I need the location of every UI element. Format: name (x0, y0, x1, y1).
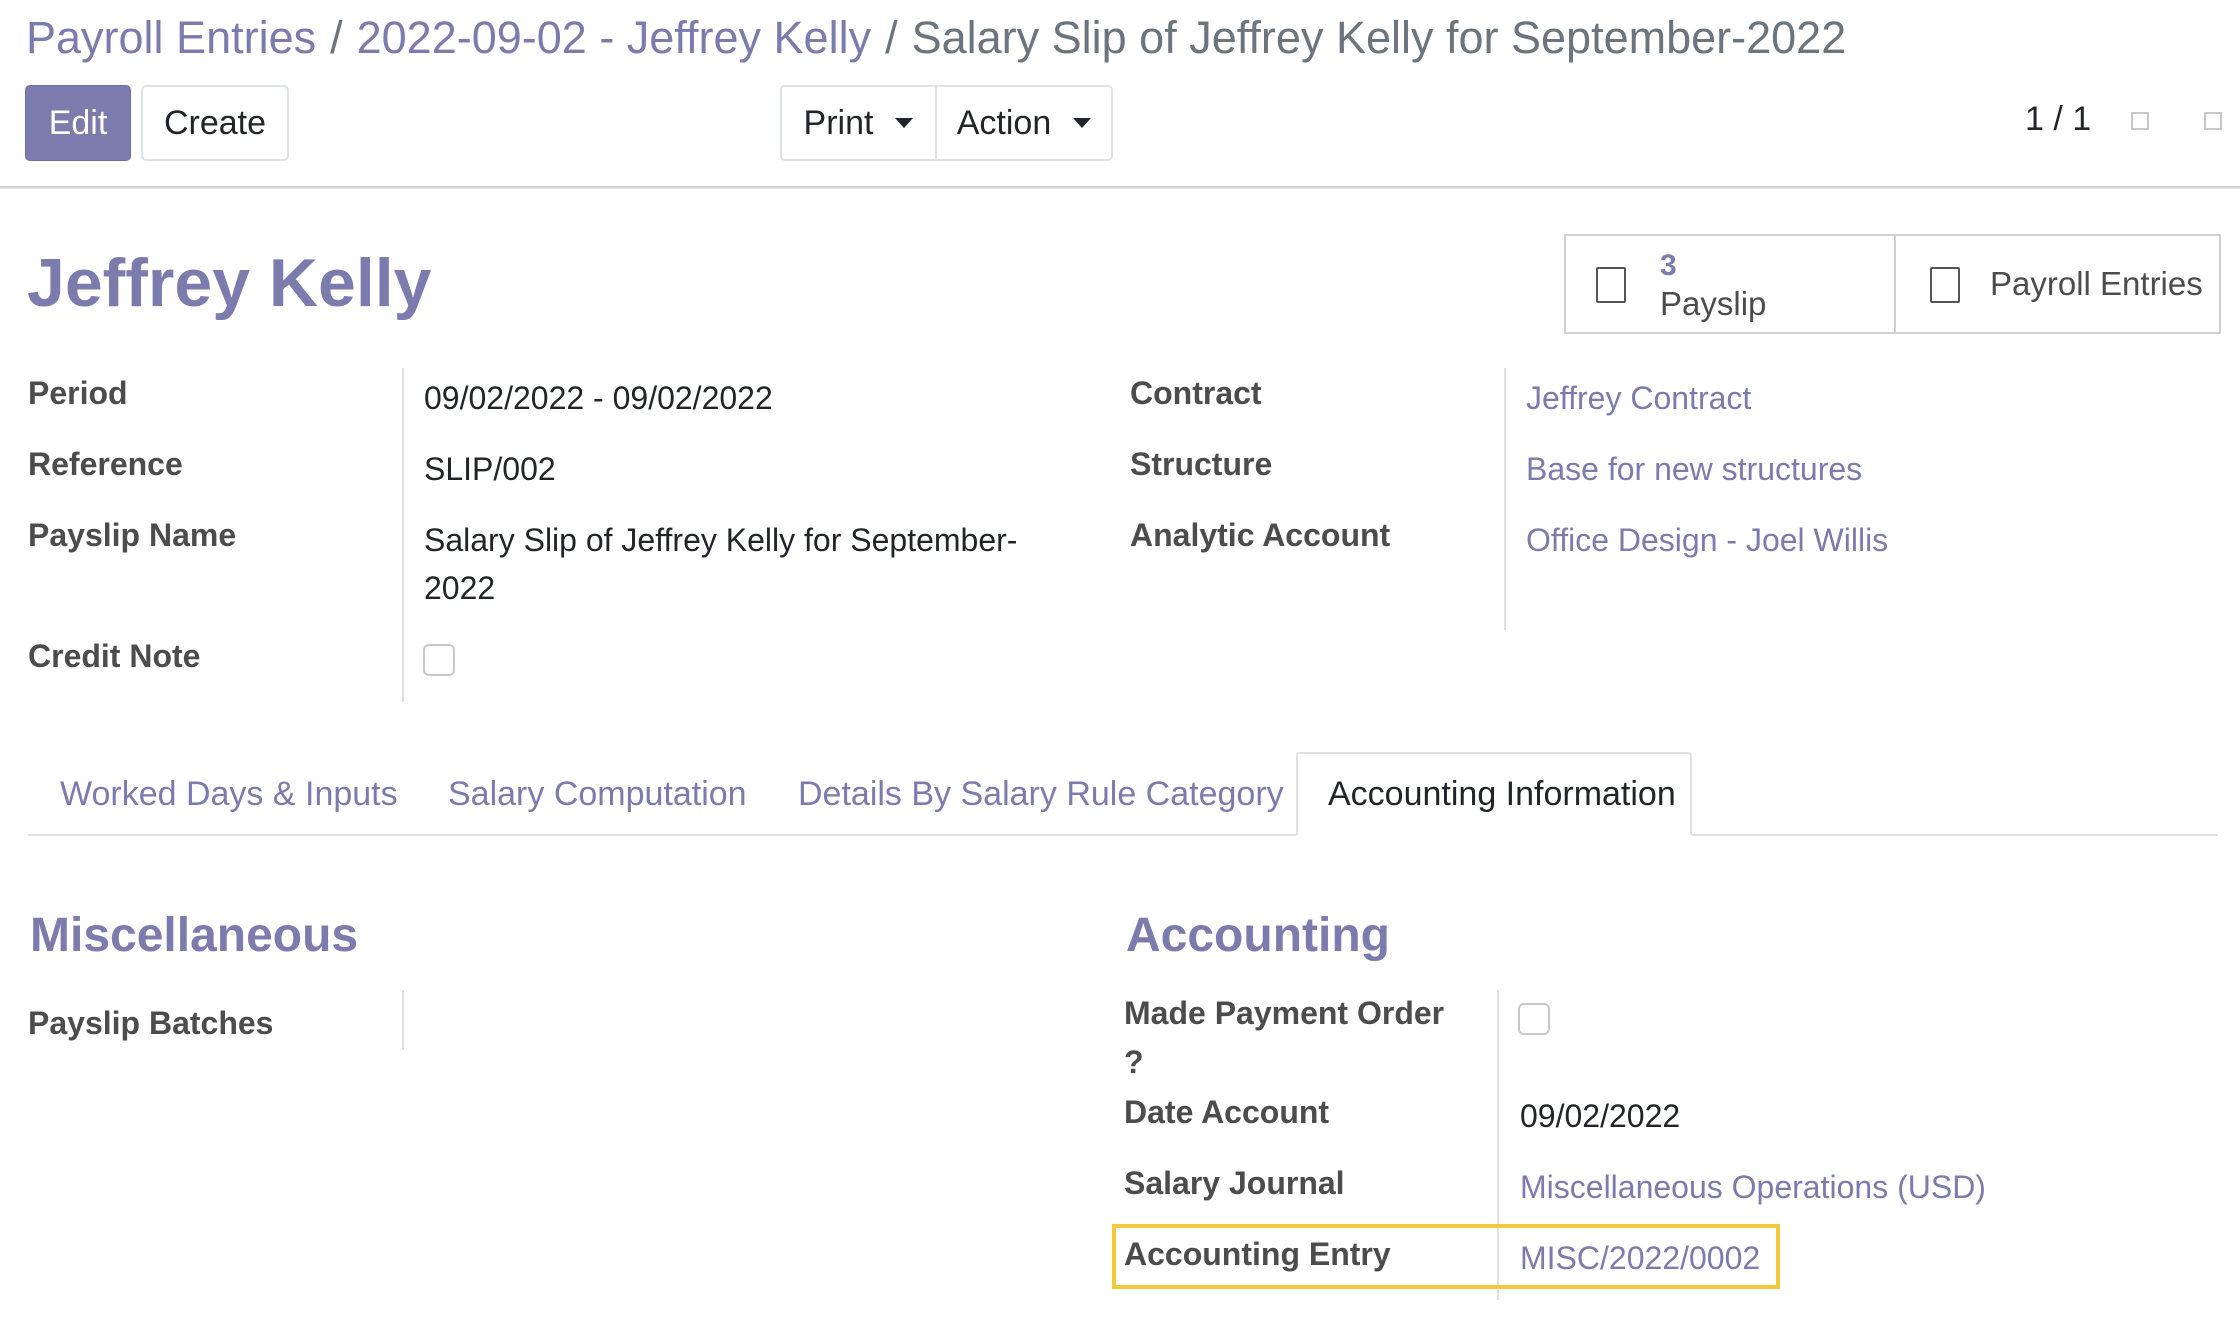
contract-link[interactable]: Jeffrey Contract (1526, 374, 1751, 422)
structure-link[interactable]: Base for new structures (1526, 445, 1862, 493)
payslip-label: Payslip (1660, 285, 1767, 322)
made-payment-order-label-suffix: ? (1124, 1044, 1144, 1080)
payslip-smart-button[interactable]: 3 Payslip (1566, 236, 1894, 332)
breadcrumb-separator: / (330, 12, 343, 63)
date-account-value: 09/02/2022 (1520, 1098, 1681, 1134)
reference-label: Reference (28, 446, 183, 482)
tab-salary-computation[interactable]: Salary Computation (448, 752, 747, 836)
salary-journal-label: Salary Journal (1124, 1165, 1345, 1201)
print-label: Print (803, 103, 874, 142)
smart-buttons-box: 3 Payslip Payroll Entries (1564, 234, 2221, 334)
tab-accounting-information[interactable]: Accounting Information (1296, 752, 1692, 836)
period-value: 09/02/2022 - 09/02/2022 (424, 380, 773, 416)
accounting-title: Accounting (1126, 909, 1390, 962)
payslip-icon (1596, 267, 1626, 303)
payroll-entries-label: Payroll Entries (1990, 265, 2203, 302)
action-dropdown-button[interactable]: Action (935, 87, 1111, 159)
field-separator (402, 368, 404, 702)
credit-note-checkbox[interactable] (423, 644, 455, 676)
payslip-batches-label: Payslip Batches (28, 1005, 274, 1041)
date-account-label: Date Account (1124, 1094, 1330, 1130)
pager-previous-icon[interactable] (2131, 112, 2149, 130)
employee-name: Jeffrey Kelly (27, 245, 432, 321)
edit-button[interactable]: Edit (25, 85, 131, 161)
breadcrumb-separator: / (885, 12, 898, 63)
made-payment-order-checkbox[interactable] (1518, 1003, 1550, 1035)
field-separator (402, 990, 404, 1050)
breadcrumb-batch[interactable]: 2022-09-02 - Jeffrey Kelly (357, 12, 871, 63)
breadcrumb-current: Salary Slip of Jeffrey Kelly for Septemb… (911, 12, 1847, 63)
contract-label: Contract (1130, 375, 1262, 411)
control-panel-divider (0, 186, 2240, 189)
payslip-count: 3 (1660, 249, 1677, 282)
pager-next-icon[interactable] (2204, 112, 2222, 130)
create-button[interactable]: Create (141, 85, 289, 161)
analytic-account-label: Analytic Account (1130, 517, 1391, 553)
period-label: Period (28, 375, 128, 411)
print-action-group: Print Action (780, 85, 1113, 161)
salary-journal-link[interactable]: Miscellaneous Operations (USD) (1520, 1163, 1986, 1211)
payslip-name-value: Salary Slip of Jeffrey Kelly for Septemb… (424, 522, 1018, 606)
payroll-entries-icon (1930, 267, 1960, 303)
tab-details-by-salary-rule-category[interactable]: Details By Salary Rule Category (798, 752, 1284, 836)
tab-worked-days-inputs[interactable]: Worked Days & Inputs (60, 752, 398, 836)
caret-down-icon (895, 118, 914, 128)
analytic-account-link[interactable]: Office Design - Joel Willis (1526, 516, 1888, 564)
structure-label: Structure (1130, 446, 1273, 482)
pager-value[interactable]: 1 / 1 (2025, 100, 2091, 139)
made-payment-order-label: Made Payment Order (1124, 995, 1445, 1031)
payslip-name-label: Payslip Name (28, 517, 237, 553)
action-label: Action (956, 103, 1052, 142)
print-dropdown-button[interactable]: Print (782, 87, 935, 159)
miscellaneous-title: Miscellaneous (30, 909, 359, 962)
reference-value: SLIP/002 (424, 451, 556, 487)
breadcrumb: Payroll Entries / 2022-09-02 - Jeffrey Kel… (26, 8, 1846, 68)
caret-down-icon (1073, 118, 1092, 128)
field-separator (1504, 368, 1506, 630)
payroll-entries-smart-button[interactable]: Payroll Entries (1894, 236, 2219, 332)
breadcrumb-payroll-entries[interactable]: Payroll Entries (26, 12, 316, 63)
accounting-entry-highlight (1112, 1224, 1780, 1289)
credit-note-label: Credit Note (28, 638, 201, 674)
